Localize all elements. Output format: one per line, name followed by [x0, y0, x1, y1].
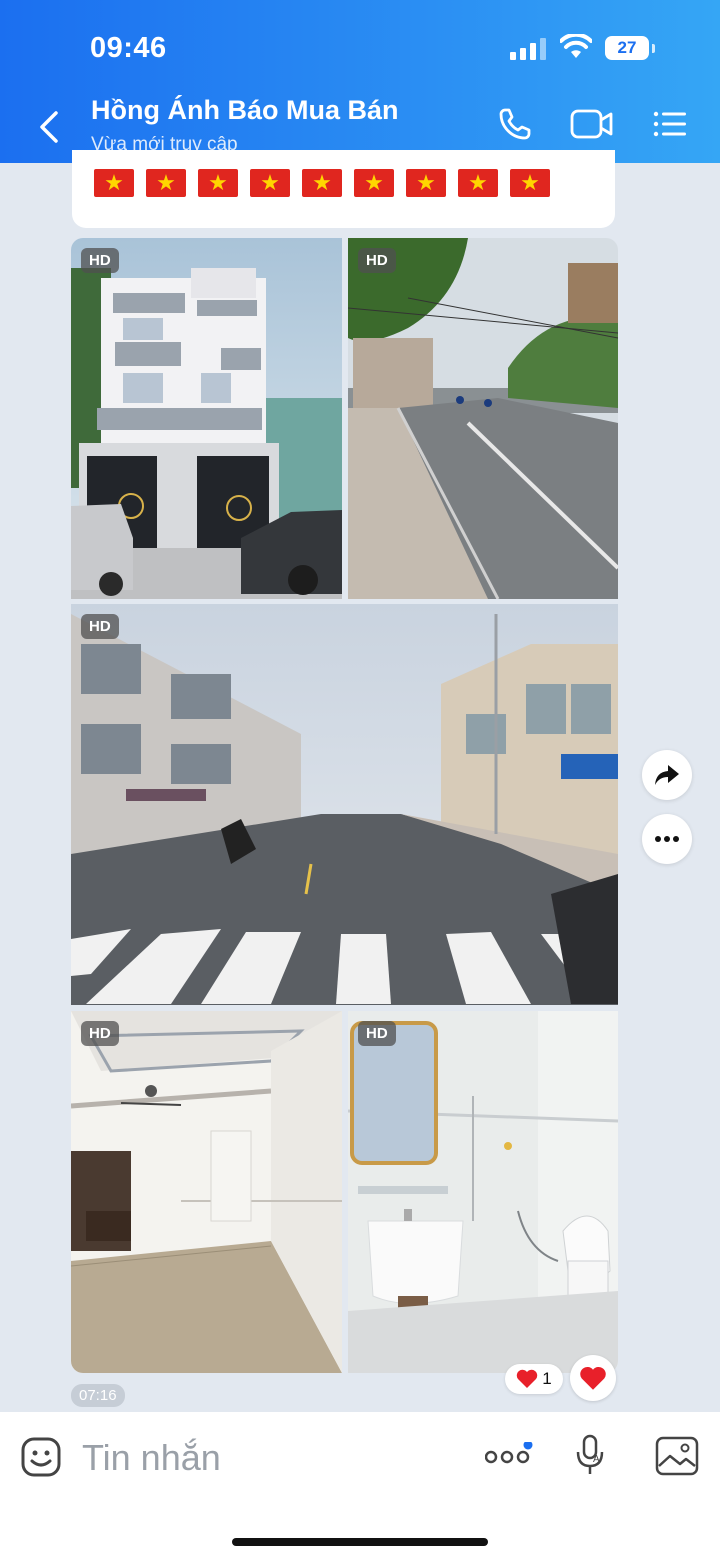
vietnam-flag-emoji: ★ [198, 169, 238, 197]
forward-arrow-icon [655, 765, 679, 785]
reaction-summary[interactable]: 1 [505, 1364, 563, 1394]
vietnam-flag-emoji: ★ [146, 169, 186, 197]
hd-badge: HD [81, 1021, 119, 1046]
street-image [348, 238, 618, 599]
photo-wide-street[interactable]: HD [71, 604, 618, 1005]
chat-header: 09:46 27 Hồng Ánh Báo Mua Bán Vừa mới tr… [0, 0, 720, 163]
hd-badge: HD [81, 614, 119, 639]
more-actions-button[interactable] [484, 1440, 533, 1472]
image-gallery-icon[interactable] [655, 1436, 699, 1476]
bathroom-image [348, 1011, 618, 1373]
message-timestamp: 07:16 [71, 1384, 125, 1407]
voice-to-text-icon[interactable]: A [575, 1434, 607, 1478]
more-dots-icon [484, 1440, 533, 1464]
heart-icon [580, 1366, 606, 1390]
townhouse-image [71, 238, 342, 599]
more-options-button[interactable] [642, 814, 692, 864]
hd-badge: HD [358, 248, 396, 273]
photo-bathroom[interactable]: HD [348, 1011, 618, 1373]
flag-emoji-row: ★ ★ ★ ★ ★ ★ ★ ★ ★ [94, 169, 550, 197]
phone-call-icon[interactable] [497, 106, 533, 142]
menu-list-icon[interactable] [652, 106, 688, 142]
wifi-icon [560, 34, 592, 58]
text-message-bubble[interactable]: ★ ★ ★ ★ ★ ★ ★ ★ ★ [72, 150, 615, 228]
emoji-sticker-icon[interactable] [20, 1436, 62, 1478]
signal-icon [510, 38, 546, 60]
battery-indicator: 27 [605, 36, 655, 60]
photo-street[interactable]: HD [348, 238, 618, 599]
contact-name[interactable]: Hồng Ánh Báo Mua Bán [91, 95, 398, 126]
hd-badge: HD [81, 248, 119, 273]
vietnam-flag-emoji: ★ [94, 169, 134, 197]
status-time: 09:46 [90, 32, 167, 64]
back-arrow-icon[interactable] [36, 110, 62, 144]
hd-badge: HD [358, 1021, 396, 1046]
vietnam-flag-emoji: ★ [458, 169, 498, 197]
vietnam-flag-emoji: ★ [510, 169, 550, 197]
message-input-bar: A [0, 1412, 720, 1560]
vietnam-flag-emoji: ★ [302, 169, 342, 197]
photo-townhouse[interactable]: HD [71, 238, 342, 599]
reaction-count: 1 [542, 1369, 552, 1388]
vietnam-flag-emoji: ★ [406, 169, 446, 197]
ellipsis-icon [655, 836, 679, 842]
message-input[interactable] [80, 1432, 444, 1484]
home-indicator [232, 1538, 488, 1546]
photo-interior[interactable]: HD [71, 1011, 342, 1373]
heart-icon [517, 1369, 538, 1388]
react-heart-button[interactable] [570, 1355, 616, 1401]
svg-text:A: A [593, 1454, 600, 1465]
wide-street-image [71, 604, 618, 1005]
interior-image [71, 1011, 342, 1373]
forward-button[interactable] [642, 750, 692, 800]
vietnam-flag-emoji: ★ [250, 169, 290, 197]
photo-album: HD HD HD HD HD [71, 238, 618, 1373]
vietnam-flag-emoji: ★ [354, 169, 394, 197]
video-call-icon[interactable] [570, 106, 614, 142]
